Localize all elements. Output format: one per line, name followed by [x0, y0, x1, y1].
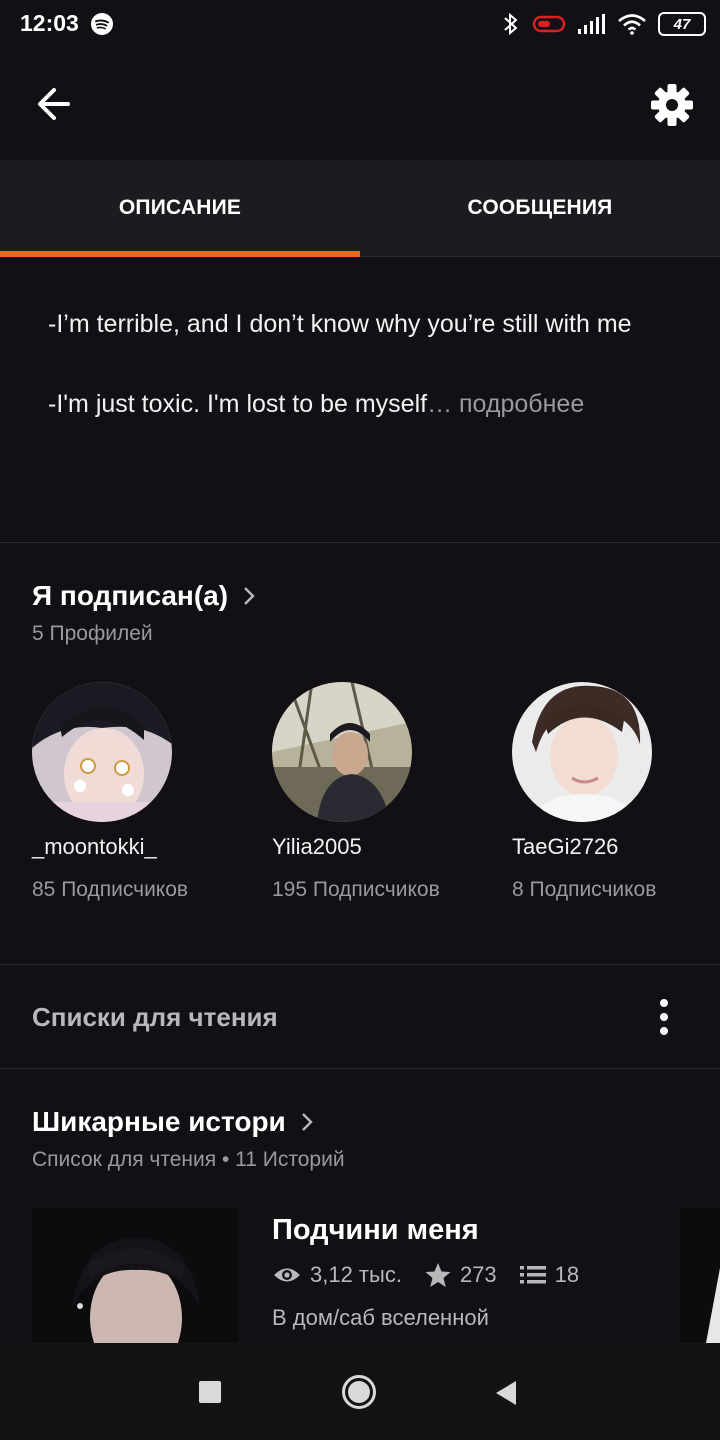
read-more-link[interactable]: … подробнее — [427, 390, 584, 418]
system-nav-bar — [0, 1343, 720, 1440]
reading-list-header[interactable]: Шикарные истори — [32, 1106, 314, 1138]
divider — [0, 964, 720, 965]
following-header[interactable]: Я подписан(а) — [32, 580, 256, 612]
reading-list-subtitle: Список для чтения • 11 Историй — [32, 1148, 345, 1171]
profile-description: -I’m terrible, and I don’t know why you’… — [48, 304, 688, 424]
spotify-icon — [91, 13, 113, 35]
reading-list-title: Шикарные истори — [32, 1106, 286, 1137]
bluetooth-icon — [504, 12, 518, 36]
parts-stat: 18 — [519, 1262, 579, 1288]
gear-icon[interactable] — [646, 80, 698, 130]
votes-count: 273 — [459, 1262, 497, 1287]
profile-followers: 195 Подписчиков — [272, 878, 440, 901]
chevron-right-icon — [301, 1113, 313, 1131]
profile-followers: 8 Подписчиков — [512, 878, 657, 901]
profile-username: Yilia2005 — [272, 834, 362, 859]
following-title: Я подписан(а) — [32, 580, 229, 611]
back-button[interactable] — [30, 82, 82, 126]
profile-card[interactable]: Yilia2005 195 Подписчиков — [272, 682, 472, 904]
battery-level: 47 — [673, 15, 691, 33]
views-stat: 3,12 тыс. — [272, 1262, 402, 1288]
reading-lists-label: Списки для чтения — [32, 1002, 278, 1032]
tab-messages[interactable]: СООБЩЕНИЯ — [360, 160, 720, 256]
divider — [0, 1068, 720, 1069]
story-title[interactable]: Подчини меня — [272, 1214, 479, 1247]
story-cover[interactable] — [32, 1208, 239, 1343]
status-bar: 12:03 47 — [0, 0, 720, 50]
battery-icon: 47 — [658, 12, 706, 36]
story-description: В дом/саб вселенной — [272, 1305, 489, 1330]
star-icon — [425, 1263, 451, 1287]
more-vertical-icon[interactable] — [648, 996, 680, 1038]
avatar — [272, 682, 412, 822]
tab-description[interactable]: ОПИСАНИЕ — [0, 160, 360, 256]
eye-icon — [274, 1268, 300, 1282]
profile-followers: 85 Подписчиков — [32, 878, 189, 901]
status-time: 12:03 — [20, 10, 79, 36]
views-count: 3,12 тыс. — [310, 1262, 402, 1287]
votes-stat: 273 — [424, 1262, 497, 1288]
recent-apps-button[interactable] — [198, 1380, 222, 1404]
description-line: -I’m terrible, and I don’t know why you’… — [48, 310, 632, 338]
profile-card[interactable]: _moontokki_ 85 Подписчиков — [32, 682, 232, 904]
wifi-icon — [618, 14, 646, 35]
home-button[interactable] — [341, 1374, 377, 1410]
active-tab-indicator — [0, 251, 360, 257]
chevron-right-icon — [244, 587, 255, 605]
profile-tabs: ОПИСАНИЕ СООБЩЕНИЯ — [0, 160, 720, 257]
list-icon — [519, 1266, 546, 1284]
parts-count: 18 — [554, 1262, 580, 1287]
description-text: -I'm just toxic. I'm lost to be myself — [48, 390, 428, 418]
divider — [0, 542, 720, 543]
avatar — [512, 682, 652, 822]
avatar — [32, 682, 172, 822]
profile-username: TaeGi2726 — [512, 834, 619, 859]
following-count: 5 Профилей — [32, 622, 153, 645]
data-saver-icon — [532, 15, 566, 33]
profile-username: _moontokki_ — [32, 834, 157, 859]
signal-icon — [578, 14, 605, 34]
description-line: -I'm just toxic. I'm lost to be myself… … — [48, 384, 688, 424]
status-icons: 47 — [500, 8, 706, 40]
story-stats: 3,12 тыс. 273 18 — [272, 1262, 601, 1288]
profile-card[interactable]: TaeGi2726 8 Подписчиков — [512, 682, 712, 904]
back-nav-button[interactable] — [494, 1380, 518, 1406]
